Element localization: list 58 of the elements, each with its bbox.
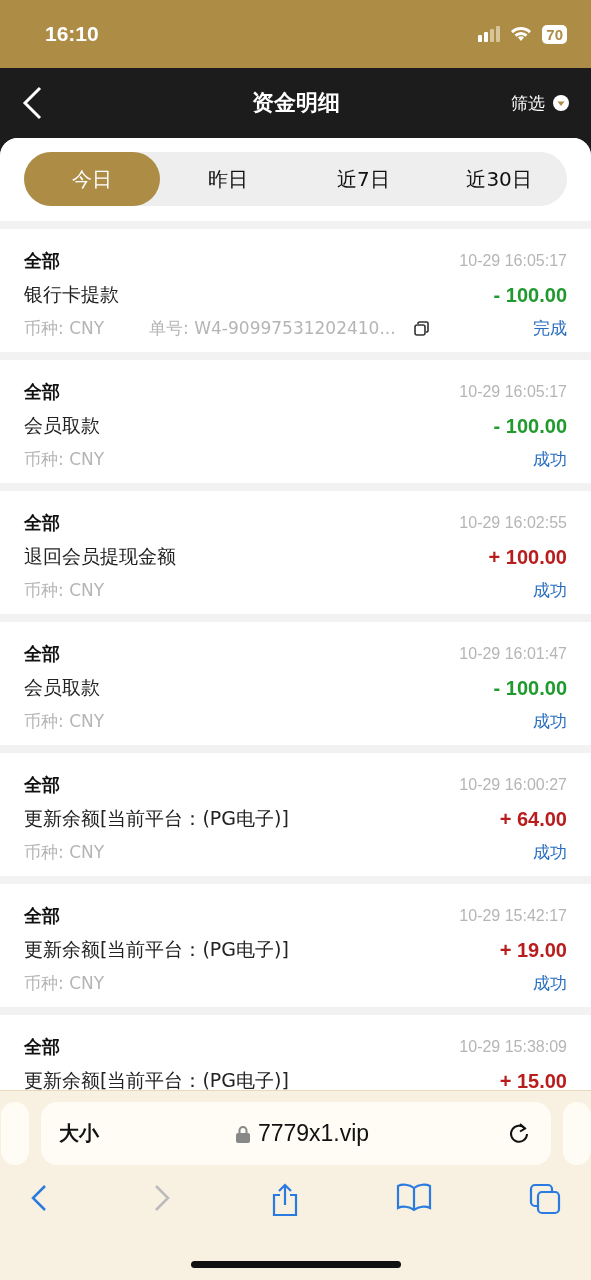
record-currency: 币种: CNY [24,317,105,340]
record-amount: - 100.00 [493,676,567,700]
record-status: 成功 [533,841,567,864]
record-title: 更新余额[当前平台：(PG电子)] [24,1068,289,1090]
battery-level: 70 [542,24,567,44]
record-category: 全部 [24,1035,60,1059]
record-title: 更新余额[当前平台：(PG电子)] [24,937,289,962]
record-status: 成功 [533,448,567,471]
record-amount: + 100.00 [488,545,567,569]
signal-icon [478,26,501,42]
record-currency: 币种: CNY [24,579,105,602]
record-time: 10-29 16:02:55 [459,514,567,532]
record-currency: 币种: CNY [24,448,105,471]
record-amount: + 64.00 [499,807,567,831]
period-tab[interactable]: 近7日 [295,152,432,206]
caret-icon [553,95,569,111]
order-number: 单号: W4-90997531202410... [149,317,396,340]
record-time: 10-29 16:01:47 [459,645,567,663]
record-time: 10-29 16:00:27 [459,776,567,794]
record-status: 成功 [533,579,567,602]
record-currency: 币种: CNY [24,841,105,864]
record-time: 10-29 15:42:17 [459,907,567,925]
period-tab[interactable]: 昨日 [159,152,296,206]
record-status: 完成 [533,317,567,340]
record-amount: + 15.00 [499,1069,567,1090]
lock-icon [235,1124,250,1143]
record-title: 退回会员提现金额 [24,544,176,569]
record-category: 全部 [24,511,60,535]
record-title: 会员取款 [24,413,100,438]
record-time: 10-29 16:05:17 [459,252,567,270]
copy-icon[interactable] [413,321,429,336]
record-time: 10-29 15:38:09 [459,1038,567,1056]
record-category: 全部 [24,380,60,404]
record-title: 银行卡提款 [24,282,119,307]
record-amount: - 100.00 [493,283,567,307]
record-category: 全部 [24,249,60,273]
address-bar[interactable]: 大小 7779x1.vip [40,1102,551,1165]
back-button[interactable] [22,86,42,120]
record-category: 全部 [24,642,60,666]
record-currency: 币种: CNY [24,972,105,995]
record-status: 成功 [533,710,567,733]
record-title: 更新余额[当前平台：(PG电子)] [24,806,289,831]
page-title: 资金明细 [251,89,340,117]
record-status: 成功 [533,972,567,995]
record-time: 10-29 16:05:17 [459,383,567,401]
record-amount: - 100.00 [493,414,567,438]
record-currency: 币种: CNY [24,710,105,733]
record-title: 会员取款 [24,675,100,700]
record-amount: + 19.00 [499,938,567,962]
period-tab[interactable]: 近30日 [431,152,567,206]
filter-button[interactable]: 筛选 [511,91,569,115]
record-category: 全部 [24,773,60,797]
record-category: 全部 [24,904,60,928]
tabs-icon[interactable] [529,1183,561,1217]
text-size-button[interactable]: 大小 [58,1120,99,1147]
clock: 16:10 [45,22,99,46]
wifi-icon [510,26,533,42]
url-text: 7779x1.vip [235,1120,370,1147]
